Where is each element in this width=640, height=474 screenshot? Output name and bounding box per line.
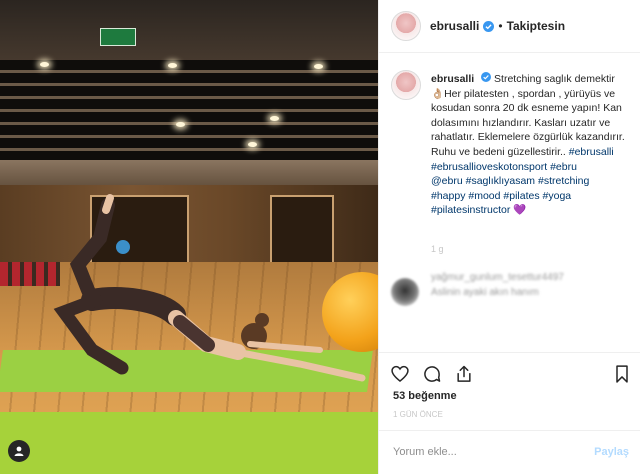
post-side-panel: ebrusalli • Takiptesin ebrusalli Stretch… (378, 0, 640, 474)
hashtag-link[interactable]: #saglıklıyasam (466, 175, 535, 187)
post-photo[interactable] (0, 0, 378, 474)
hashtag-link[interactable]: #happy (431, 190, 465, 202)
add-comment-bar: Yorum ekle... Paylaş (379, 430, 640, 474)
commenter-avatar[interactable] (391, 278, 419, 306)
caption-first-line: Stretching saglık demektir (494, 73, 615, 85)
tagged-user-icon[interactable] (8, 440, 30, 462)
caption-author-avatar[interactable] (391, 70, 421, 100)
comment-input[interactable]: Yorum ekle... (393, 446, 457, 458)
hashtag-link[interactable]: #pilatesinstructor (431, 204, 510, 216)
bookmark-icon[interactable] (611, 363, 633, 385)
verified-badge-icon (483, 20, 495, 32)
likes-count[interactable]: 53 beğenme (393, 390, 457, 402)
post-comment-button[interactable]: Paylaş (594, 446, 629, 458)
header-separator: • (498, 19, 503, 33)
author-username[interactable]: ebrusalli (430, 19, 479, 33)
hashtag-link[interactable]: #mood (468, 190, 500, 202)
post-timestamp: 1 GÜN ÖNCE (393, 410, 443, 419)
comment-text: Aslinin ayaki akın hanım (431, 287, 539, 298)
following-button[interactable]: Takiptesin (507, 19, 565, 33)
hashtag-link[interactable]: #yoga (543, 190, 572, 202)
post-actions (379, 352, 640, 393)
photo-woman-stretching (53, 194, 366, 382)
author-avatar[interactable] (391, 11, 421, 41)
caption-timestamp: 1 g (431, 244, 444, 254)
instagram-post: ebrusalli • Takiptesin ebrusalli Stretch… (0, 0, 640, 474)
hashtag-link[interactable]: #ebrusalli (569, 146, 614, 158)
hashtag-link[interactable]: #pilates (503, 190, 539, 202)
caption-username[interactable]: ebrusalli (431, 73, 474, 85)
caption-hand-emoji: 👌🏼 (431, 87, 445, 100)
hashtag-link[interactable]: #ebrusallioveskotonsport (431, 161, 547, 173)
hashtag-link[interactable]: #stretching (538, 175, 589, 187)
caption-heart-emoji: 💜 (513, 204, 527, 217)
heart-icon[interactable] (389, 363, 411, 385)
mention-link[interactable]: @ebru (431, 175, 463, 187)
hashtag-link[interactable]: #ebru (550, 161, 577, 173)
share-icon[interactable] (453, 363, 475, 385)
verified-badge-icon (481, 72, 492, 82)
comment-item: yağmur_gunlum_tesettur4497 Aslinin ayaki… (379, 270, 640, 310)
comment-icon[interactable] (421, 363, 443, 385)
caption-text: ebrusalli Stretching saglık demektir 👌🏼H… (431, 72, 631, 218)
commenter-username[interactable]: yağmur_gunlum_tesettur4497 (431, 272, 564, 283)
post-header: ebrusalli • Takiptesin (379, 0, 640, 53)
